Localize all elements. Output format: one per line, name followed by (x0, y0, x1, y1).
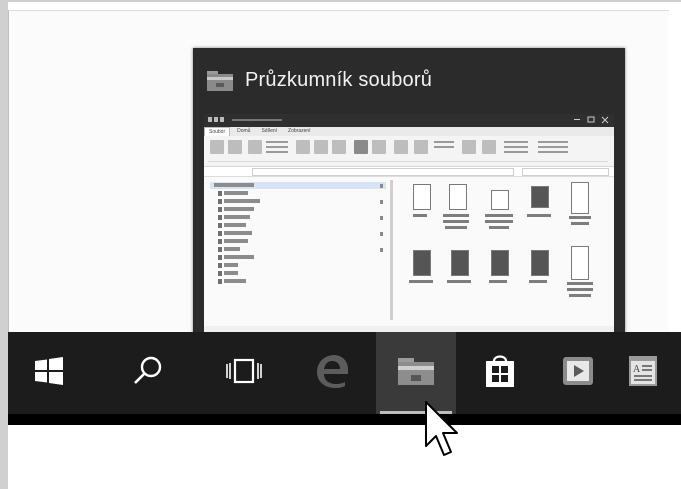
mini-ribbon (204, 136, 614, 167)
mini-tab: Zobrazení (288, 128, 311, 134)
store-button[interactable] (460, 332, 540, 414)
task-view-button[interactable] (204, 332, 284, 414)
mini-navigation-pane (210, 180, 390, 326)
document-icon: A (627, 354, 659, 393)
task-view-icon (224, 356, 264, 391)
folder-icon (396, 355, 436, 392)
svg-text:A: A (633, 364, 641, 375)
mini-tab: Domů (237, 128, 251, 134)
windows-logo-icon (33, 356, 65, 391)
edge-icon (314, 354, 350, 393)
search-icon (131, 354, 165, 393)
mini-file-grid (399, 180, 609, 330)
explorer-window-preview: Soubor Domů Sdílení Zobrazení (204, 114, 614, 334)
mini-scrollbar (390, 180, 393, 320)
taskbar-bottom-edge (8, 414, 681, 425)
thumbnail-header: Průzkumník souborů (207, 64, 432, 96)
mouse-cursor (424, 400, 464, 462)
mini-ribbon-tabs: Soubor Domů Sdílení Zobrazení (204, 127, 614, 136)
notes-button[interactable]: A (608, 332, 678, 414)
mini-address-bar (204, 167, 614, 177)
play-icon (561, 355, 595, 392)
store-icon (483, 353, 517, 394)
thumbnail-title: Průzkumník souborů (245, 68, 433, 91)
taskbar: A (8, 332, 681, 414)
search-button[interactable] (108, 332, 188, 414)
edge-button[interactable] (292, 332, 372, 414)
media-button[interactable] (538, 332, 618, 414)
mini-tab: Sdílení (261, 128, 278, 134)
folder-icon (207, 69, 233, 91)
mini-tab: Soubor (204, 127, 231, 136)
frame-left-border (0, 0, 8, 489)
taskbar-thumbnail-preview[interactable]: Průzkumník souborů Soubor Domů Sdílení Z… (193, 48, 625, 336)
mini-titlebar (204, 114, 614, 127)
start-button[interactable] (8, 332, 90, 414)
